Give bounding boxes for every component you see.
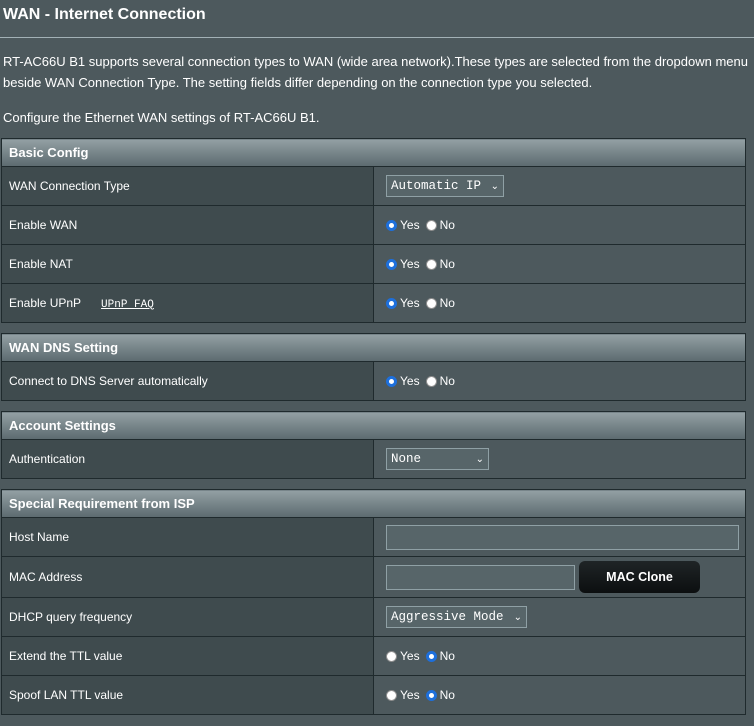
authentication-select[interactable]: None ⌄: [386, 448, 489, 470]
radio-yes-label: Yes: [400, 296, 420, 310]
radio-yes-label: Yes: [400, 649, 420, 663]
basic-config-table: Basic Config WAN Connection Type Automat…: [1, 138, 746, 323]
wan-connection-type-select[interactable]: Automatic IP ⌄: [386, 175, 504, 197]
wan-connection-type-row: WAN Connection Type Automatic IP ⌄: [1, 166, 746, 206]
page-description: RT-AC66U B1 supports several connection …: [3, 54, 748, 90]
enable-wan-yes-radio[interactable]: [386, 219, 397, 231]
enable-wan-row: Enable WAN Yes No: [1, 205, 746, 245]
dhcp-frequency-select[interactable]: Aggressive Mode ⌄: [386, 606, 527, 628]
chevron-down-icon: ⌄: [475, 453, 484, 465]
account-settings-table: Account Settings Authentication None ⌄: [1, 411, 746, 479]
isp-requirement-table: Special Requirement from ISP Host Name M…: [1, 489, 746, 715]
wan-connection-type-value: Automatic IP: [391, 179, 482, 193]
enable-upnp-no-radio[interactable]: [425, 297, 437, 309]
wan-dns-table: WAN DNS Setting Connect to DNS Server au…: [1, 333, 746, 401]
dhcp-frequency-label: DHCP query frequency: [1, 597, 374, 637]
mac-address-row: MAC Address MAC Clone: [1, 556, 746, 598]
account-settings-header: Account Settings: [1, 411, 746, 440]
enable-nat-no-radio[interactable]: [425, 258, 437, 270]
spoof-ttl-no-radio[interactable]: [425, 689, 437, 701]
enable-nat-row: Enable NAT Yes No: [1, 244, 746, 284]
spoof-ttl-row: Spoof LAN TTL value Yes No: [1, 675, 746, 715]
radio-yes-label: Yes: [400, 257, 420, 271]
extend-ttl-no-radio[interactable]: [425, 650, 437, 662]
chevron-down-icon: ⌄: [513, 611, 522, 623]
mac-address-input[interactable]: [386, 564, 575, 590]
dhcp-frequency-row: DHCP query frequency Aggressive Mode ⌄: [1, 597, 746, 637]
dhcp-frequency-value: Aggressive Mode: [391, 610, 504, 624]
authentication-value: None: [391, 452, 422, 466]
enable-nat-yes-radio[interactable]: [386, 258, 397, 270]
host-name-label: Host Name: [1, 517, 374, 557]
extend-ttl-row: Extend the TTL value Yes No: [1, 636, 746, 676]
enable-upnp-row: Enable UPnP UPnP FAQ Yes No: [1, 283, 746, 323]
spoof-ttl-label: Spoof LAN TTL value: [1, 675, 374, 715]
radio-yes-label: Yes: [400, 688, 420, 702]
configure-text: Configure the Ethernet WAN settings of R…: [3, 110, 320, 125]
enable-upnp-yes-radio[interactable]: [386, 297, 397, 309]
wan-dns-header: WAN DNS Setting: [1, 333, 746, 362]
radio-no-label: No: [439, 257, 455, 271]
page-title: WAN - Internet Connection: [3, 6, 206, 23]
radio-no-label: No: [439, 374, 455, 388]
enable-wan-label: Enable WAN: [1, 205, 374, 245]
radio-no-label: No: [439, 688, 455, 702]
title-divider: [0, 37, 754, 38]
extend-ttl-label: Extend the TTL value: [1, 636, 374, 676]
mac-clone-button[interactable]: MAC Clone: [579, 561, 700, 593]
radio-no-label: No: [439, 649, 455, 663]
auto-dns-yes-radio[interactable]: [386, 375, 397, 387]
extend-ttl-yes-radio[interactable]: [386, 650, 397, 662]
basic-config-header: Basic Config: [1, 138, 746, 167]
enable-wan-no-radio[interactable]: [425, 219, 437, 231]
isp-requirement-header: Special Requirement from ISP: [1, 489, 746, 518]
radio-no-label: No: [439, 218, 455, 232]
host-name-input[interactable]: [386, 524, 739, 550]
enable-nat-label: Enable NAT: [1, 244, 374, 284]
spoof-ttl-yes-radio[interactable]: [386, 689, 397, 701]
chevron-down-icon: ⌄: [490, 180, 499, 192]
host-name-row: Host Name: [1, 517, 746, 557]
radio-yes-label: Yes: [400, 374, 420, 388]
enable-upnp-label: Enable UPnP: [9, 295, 82, 310]
auto-dns-label: Connect to DNS Server automatically: [1, 361, 374, 401]
auto-dns-no-radio[interactable]: [425, 375, 437, 387]
upnp-faq-link[interactable]: UPnP FAQ: [101, 299, 154, 311]
mac-address-label: MAC Address: [1, 556, 374, 598]
radio-yes-label: Yes: [400, 218, 420, 232]
authentication-row: Authentication None ⌄: [1, 439, 746, 479]
authentication-label: Authentication: [1, 439, 374, 479]
auto-dns-row: Connect to DNS Server automatically Yes …: [1, 361, 746, 401]
radio-no-label: No: [439, 296, 455, 310]
wan-connection-type-label: WAN Connection Type: [1, 166, 374, 206]
